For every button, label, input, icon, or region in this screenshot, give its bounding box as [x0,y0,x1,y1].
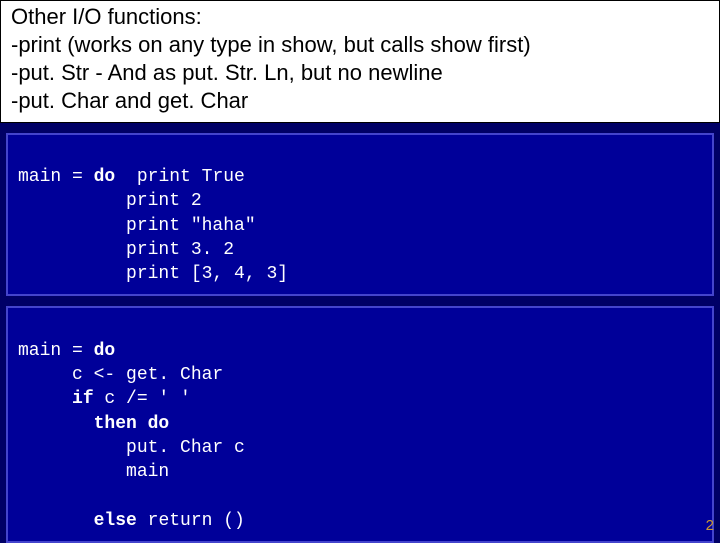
code-text: c <- get. Char [18,365,223,385]
keyword-else: else [94,511,137,531]
heading-line-4: -put. Char and get. Char [11,87,709,115]
code-text: return () [137,511,245,531]
code-text: main = [18,341,94,361]
code-block-2: main = do c <- get. Char if c /= ' ' the… [6,306,714,543]
code-text: print 2 [18,191,202,211]
keyword-do: do [94,341,116,361]
code-text: main = [18,167,94,187]
heading-line-1: Other I/O functions: [11,3,709,31]
code-text [18,511,94,531]
page-number: 2 [706,517,714,534]
code-text: print True [115,167,245,187]
code-text: print [3, 4, 3] [18,264,288,284]
keyword-then-do: then do [94,414,170,434]
heading-line-2: -print (works on any type in show, but c… [11,31,709,59]
code-text [18,414,94,434]
code-text: main [18,462,169,482]
heading-line-3: -put. Str - And as put. Str. Ln, but no … [11,59,709,87]
slide-heading: Other I/O functions: -print (works on an… [0,0,720,123]
code-text: print "haha" [18,216,256,236]
code-text [18,389,72,409]
code-block-1: main = do print True print 2 print "haha… [6,133,714,297]
code-text: put. Char c [18,438,245,458]
code-text: c /= ' ' [94,389,191,409]
code-text: print 3. 2 [18,240,234,260]
keyword-do: do [94,167,116,187]
code-blank [18,486,29,506]
keyword-if: if [72,389,94,409]
